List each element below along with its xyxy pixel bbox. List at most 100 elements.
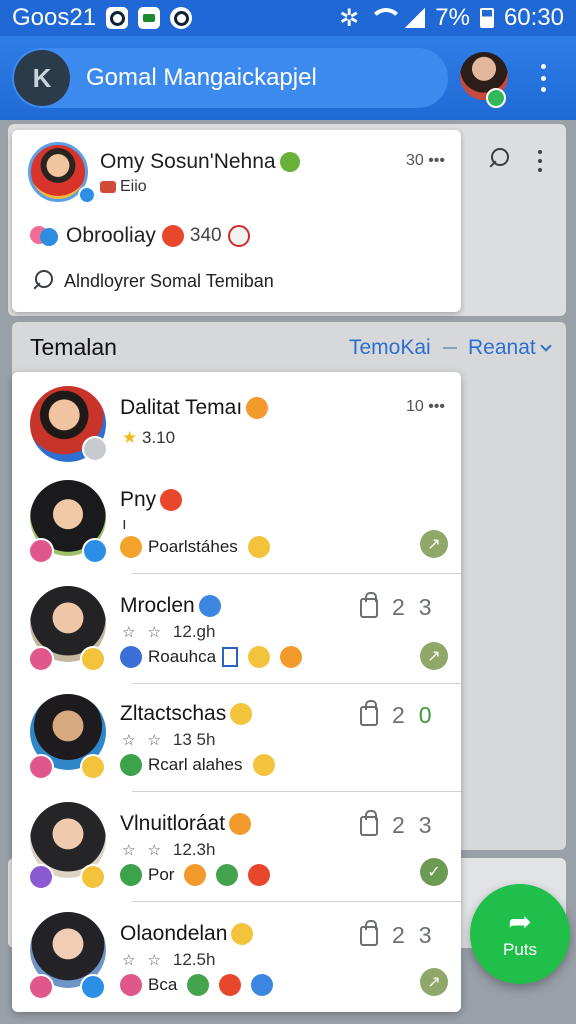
more-vert-icon[interactable] bbox=[533, 64, 553, 92]
friend-status: Rcarl alahes bbox=[120, 754, 275, 776]
friend-time: 10 ••• bbox=[405, 398, 445, 415]
app-title-pill[interactable]: K Gomal Mangaickapjel bbox=[12, 48, 448, 108]
friend-meta: ☆ ☆ 12.gh bbox=[122, 622, 216, 641]
post-time: 30 ••• bbox=[405, 152, 445, 169]
emoji-icon bbox=[248, 646, 271, 668]
heart-badge-icon bbox=[28, 538, 54, 564]
friend-status: Bca bbox=[120, 974, 274, 996]
friend-name: Vlnuitloráat bbox=[120, 812, 252, 836]
emoji-icon bbox=[187, 974, 210, 996]
battery-percent: 7% bbox=[435, 4, 470, 31]
list-item[interactable]: Dalitat Temaı ★ 3.10 10 ••• bbox=[12, 372, 461, 476]
lock-icon bbox=[360, 919, 378, 946]
emoji-icon bbox=[184, 864, 207, 886]
angry-face-icon bbox=[161, 225, 184, 247]
search-icon bbox=[32, 270, 54, 292]
lock-icon bbox=[360, 699, 378, 726]
emoji-icon bbox=[230, 703, 253, 726]
friend-name: Zltactschas bbox=[120, 702, 253, 726]
list-item[interactable]: Zltactschas ☆ ☆ 13 5h Rcarl alahes 20 bbox=[12, 684, 461, 792]
post-author-name[interactable]: Omy Sosun'Nehna bbox=[100, 150, 300, 174]
signal-icon bbox=[405, 8, 426, 28]
share-arrow-icon: ➦ bbox=[508, 906, 532, 937]
reaction-count: 340 bbox=[189, 225, 222, 246]
post-subtitle: Eiio bbox=[100, 178, 147, 196]
heart-badge-icon bbox=[28, 754, 54, 780]
emoji-badge-icon bbox=[80, 754, 106, 780]
post-search-text: Alndloyrer Somal Temiban bbox=[64, 270, 274, 291]
friend-status: Poarlstáhes bbox=[120, 536, 270, 558]
friend-meta: ☆ ☆ 12.3h bbox=[122, 840, 216, 859]
emoji-icon bbox=[251, 974, 274, 996]
emoji-icon bbox=[279, 152, 300, 173]
post-fab-button[interactable]: ➦ Puts bbox=[470, 884, 570, 984]
list-item[interactable]: Pny ı Poarlstáhes ↗ bbox=[12, 476, 461, 574]
status-icon bbox=[120, 864, 142, 886]
status-icon bbox=[120, 536, 142, 558]
search-icon[interactable] bbox=[488, 148, 510, 175]
friend-meta: ı bbox=[122, 514, 127, 533]
emoji-icon bbox=[219, 974, 242, 996]
post-search-field[interactable]: Alndloyrer Somal Temiban bbox=[32, 270, 274, 292]
friend-counts: 23 bbox=[360, 919, 432, 949]
friends-section-title: Temalan bbox=[30, 334, 117, 360]
friend-counts: 20 bbox=[360, 699, 432, 729]
status-icon bbox=[120, 974, 142, 996]
verified-badge-icon bbox=[78, 186, 96, 204]
post-card[interactable]: Omy Sosun'Nehna Eiio 30 ••• Obrooliay 34… bbox=[12, 130, 461, 312]
tab-temokai[interactable]: TemoKai bbox=[349, 336, 431, 360]
status-badge-icon bbox=[82, 436, 108, 462]
lock-icon bbox=[360, 591, 378, 618]
friend-status: Por bbox=[120, 864, 271, 886]
post-reactions[interactable]: Obrooliay 340 bbox=[30, 224, 250, 248]
fab-label: Puts bbox=[502, 940, 538, 959]
notification-icon bbox=[106, 7, 129, 29]
emoji-icon bbox=[216, 864, 239, 886]
battery-icon bbox=[479, 8, 494, 28]
emoji-icon bbox=[198, 595, 221, 618]
list-item[interactable]: Vlnuitloráat ☆ ☆ 12.3h Por 23 ✓ bbox=[12, 792, 461, 902]
emoji-icon bbox=[248, 864, 271, 886]
emoji-icon bbox=[246, 397, 269, 420]
share-icon[interactable]: ↗ bbox=[420, 968, 448, 996]
share-icon[interactable]: ↗ bbox=[420, 530, 448, 558]
check-icon[interactable]: ✓ bbox=[420, 858, 448, 886]
friend-rating: ★ 3.10 bbox=[122, 428, 176, 447]
tab-separator bbox=[443, 347, 457, 349]
status-bar: Goos21 ✲ 7% 60:30 bbox=[0, 0, 576, 36]
tab-reanat[interactable]: Reanat bbox=[468, 336, 552, 360]
record-icon bbox=[170, 7, 193, 29]
friend-counts: 23 bbox=[360, 591, 432, 621]
bluetooth-icon: ✲ bbox=[339, 4, 360, 32]
status-icon bbox=[120, 754, 142, 776]
more-vert-icon[interactable] bbox=[536, 150, 544, 172]
emoji-badge-icon bbox=[80, 646, 106, 672]
reaction-text: Obrooliay bbox=[66, 224, 156, 247]
app-logo-icon: K bbox=[14, 50, 70, 106]
surprised-face-icon bbox=[227, 225, 250, 247]
list-item[interactable]: Mroclen ☆ ☆ 12.gh Roauhca 23 ↗ bbox=[12, 574, 461, 684]
status-time-right: 60:30 bbox=[503, 4, 564, 31]
friends-list: Dalitat Temaı ★ 3.10 10 ••• Pny ı Poarls… bbox=[12, 372, 461, 1012]
star-icon: ★ bbox=[122, 428, 138, 447]
friend-name: Olaondelan bbox=[120, 922, 254, 946]
status-time-left: Goos21 bbox=[12, 4, 97, 31]
emoji-icon bbox=[160, 489, 183, 512]
friend-status: Roauhca bbox=[120, 646, 303, 668]
status-badge-icon bbox=[82, 538, 108, 564]
friend-counts: 23 bbox=[360, 809, 432, 839]
friend-name: Mroclen bbox=[120, 594, 221, 618]
friend-name: Dalitat Temaı bbox=[120, 396, 269, 420]
emoji-badge-icon bbox=[80, 864, 106, 890]
emoji-icon bbox=[229, 813, 252, 836]
status-badge-icon bbox=[28, 974, 54, 1000]
friend-name: Pny bbox=[120, 488, 183, 512]
message-icon bbox=[138, 7, 161, 29]
friend-meta: ☆ ☆ 12.5h bbox=[122, 950, 216, 969]
heart-badge-icon bbox=[28, 646, 54, 672]
status-icon bbox=[120, 646, 142, 668]
wifi-icon bbox=[369, 8, 404, 28]
share-icon[interactable]: ↗ bbox=[420, 642, 448, 670]
list-item[interactable]: Olaondelan ☆ ☆ 12.5h Bca 23 ↗ bbox=[12, 902, 461, 1012]
emoji-icon bbox=[231, 923, 254, 946]
